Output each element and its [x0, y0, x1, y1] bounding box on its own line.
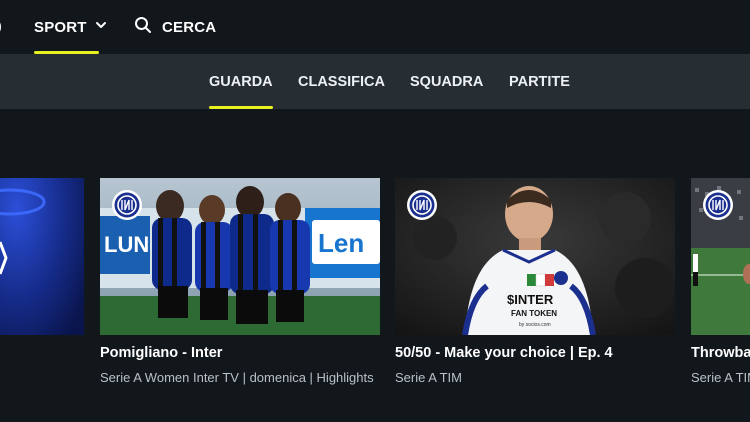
tab-partite[interactable]: PARTITE — [509, 54, 570, 109]
video-title: Throwba — [691, 345, 750, 361]
inter-logo-icon — [703, 190, 733, 220]
tab-classifica[interactable]: CLASSIFICA — [298, 54, 385, 109]
video-subtitle: Serie A TIM — [395, 370, 462, 385]
tab-label: PARTITE — [509, 73, 570, 90]
video-card-partial-right[interactable]: Throwba Serie A TIM — [691, 178, 750, 422]
active-tab-indicator — [209, 106, 273, 109]
search-button[interactable]: CERCA — [134, 0, 216, 54]
search-label: CERCA — [162, 18, 217, 36]
video-thumbnail: $INTER FAN TOKEN by socios.com — [395, 178, 675, 335]
offscreen-nav-item[interactable] — [0, 20, 2, 34]
video-title: Pomigliano - Inter — [100, 345, 223, 361]
tab-squadra[interactable]: SQUADRA — [410, 54, 483, 109]
top-navigation-bar: SPORT CERCA — [0, 0, 750, 54]
video-thumbnail — [0, 178, 84, 335]
video-subtitle: Serie A TIM — [691, 370, 750, 385]
tab-label: CLASSIFICA — [298, 73, 385, 90]
tab-label: SQUADRA — [410, 73, 484, 90]
inter-logo-icon — [112, 190, 142, 220]
banner-sponsor-text: Len — [318, 228, 364, 258]
video-title: 50/50 - Make your choice | Ep. 4 — [395, 345, 613, 361]
chevron-down-icon — [95, 18, 107, 36]
sport-menu-label: SPORT — [34, 18, 87, 36]
jersey-sponsor-sub: FAN TOKEN — [511, 309, 557, 318]
video-thumbnail — [691, 178, 750, 335]
jersey-small-text: by socios.com — [519, 322, 551, 328]
inter-logo-icon — [407, 190, 437, 220]
video-thumbnail: LUN Len — [100, 178, 380, 335]
sport-menu[interactable]: SPORT — [34, 0, 107, 54]
tab-label: GUARDA — [209, 73, 273, 90]
banner-side-text: LUN — [104, 232, 149, 257]
video-subtitle: Serie A Women Inter TV | domenica | High… — [100, 370, 374, 385]
search-icon — [134, 16, 152, 39]
jersey-sponsor: $INTER — [507, 292, 554, 307]
tab-guarda[interactable]: GUARDA — [209, 54, 273, 109]
section-tabs: GUARDA CLASSIFICA SQUADRA PARTITE — [0, 54, 750, 109]
